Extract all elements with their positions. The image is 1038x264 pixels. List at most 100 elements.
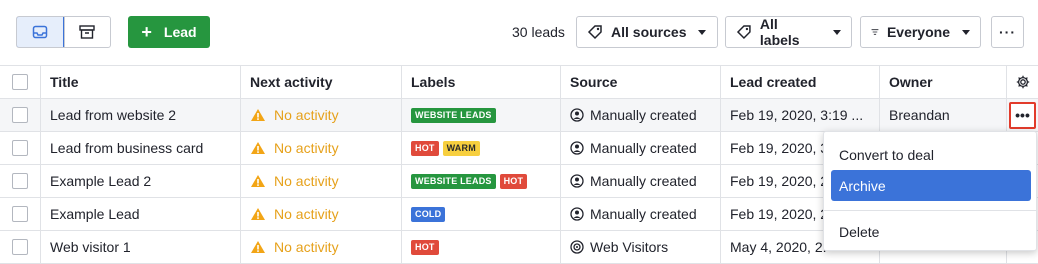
lead-count: 30 leads [512,24,565,40]
table-header-row: Title Next activity Labels Source Lead c… [0,65,1038,99]
next-activity-text: No activity [274,239,339,255]
inbox-icon [32,25,47,39]
convert-to-deal-item[interactable]: Convert to deal [831,139,1031,170]
labels-cell: WEBSITE LEADS [402,99,561,131]
source-cell: Manually created [561,132,721,164]
source-text: Web Visitors [590,239,669,255]
select-all-cell [0,66,41,98]
plus-icon: + [141,22,152,42]
row-select-cell [0,198,41,230]
row-select-cell [0,99,41,131]
tag-icon [587,25,602,40]
next-activity-text: No activity [274,140,339,156]
chevron-down-icon [698,29,707,35]
sources-filter-label: All sources [611,24,687,40]
more-options-button[interactable]: ··· [991,16,1024,48]
label-badge: COLD [411,206,446,222]
delete-item[interactable]: Delete [831,216,1031,247]
source-cell: Web Visitors [561,231,721,263]
menu-divider [824,210,1036,211]
person-circle-icon [570,108,584,122]
warning-icon [251,175,265,187]
chevron-down-icon [962,29,970,35]
select-all-checkbox[interactable] [12,74,28,90]
person-circle-icon [570,174,584,188]
filter-icon [871,29,879,35]
label-badge: HOT [499,173,528,189]
next-activity-cell[interactable]: No activity [241,198,402,230]
row-select-cell [0,132,41,164]
next-activity-cell[interactable]: No activity [241,99,402,131]
source-text: Manually created [590,140,697,156]
person-circle-icon [570,141,584,155]
archive-item[interactable]: Archive [831,170,1031,201]
archive-view-button[interactable] [63,17,111,47]
lead-title[interactable]: Example Lead 2 [41,165,241,197]
sources-filter[interactable]: All sources [576,16,718,48]
label-badge: WEBSITE LEADS [411,107,496,123]
person-circle-icon [570,207,584,221]
source-cell: Manually created [561,198,721,230]
gear-icon [1016,75,1029,89]
label-badge: WEBSITE LEADS [411,173,496,189]
row-actions-menu: Convert to deal Archive Delete [823,131,1037,251]
source-text: Manually created [590,173,697,189]
owner-filter-label: Everyone [886,24,950,40]
header-labels[interactable]: Labels [402,66,561,98]
archive-box-icon [79,25,95,39]
header-source[interactable]: Source [561,66,721,98]
toolbar: + Lead 30 leads All sources All labels E… [0,0,1038,64]
labels-cell: WEBSITE LEADS HOT [402,165,561,197]
table-row[interactable]: Lead from website 2 No activity WEBSITE LE… [0,99,1038,132]
label-badge: WARM [442,140,480,156]
source-text: Manually created [590,107,697,123]
target-icon [570,240,584,254]
row-checkbox[interactable] [12,173,28,189]
lead-title[interactable]: Lead from business card [41,132,241,164]
row-checkbox[interactable] [12,206,28,222]
header-next-activity[interactable]: Next activity [241,66,402,98]
source-cell: Manually created [561,165,721,197]
label-badge: HOT [411,140,439,156]
owner-cell: Breandan [880,99,1007,131]
warning-icon [251,208,265,220]
row-checkbox[interactable] [12,239,28,255]
header-owner[interactable]: Owner [880,66,1007,98]
row-actions-cell: ••• [1007,99,1038,131]
column-settings-button[interactable] [1007,66,1038,98]
row-actions-button[interactable]: ••• [1009,101,1036,129]
labels-filter[interactable]: All labels [725,16,852,48]
add-lead-label: Lead [163,24,197,40]
warning-icon [251,109,265,121]
inbox-view-button[interactable] [17,17,64,47]
lead-title[interactable]: Web visitor 1 [41,231,241,263]
chevron-down-icon [833,29,841,35]
next-activity-text: No activity [274,173,339,189]
lead-title[interactable]: Example Lead [41,198,241,230]
next-activity-text: No activity [274,206,339,222]
warning-icon [251,241,265,253]
lead-created-cell: Feb 19, 2020, 3:19 ... [721,99,880,131]
view-switcher [16,16,111,48]
tag-icon [736,25,751,40]
labels-cell: COLD [402,198,561,230]
header-lead-created[interactable]: Lead created [721,66,880,98]
row-checkbox[interactable] [12,107,28,123]
row-checkbox[interactable] [12,140,28,156]
add-lead-button[interactable]: + Lead [128,16,210,48]
warning-icon [251,142,265,154]
source-cell: Manually created [561,99,721,131]
labels-cell: HOT [402,231,561,263]
labels-filter-label: All labels [759,16,800,48]
source-text: Manually created [590,206,697,222]
lead-title[interactable]: Lead from website 2 [41,99,241,131]
row-select-cell [0,165,41,197]
label-badge: HOT [411,239,439,255]
next-activity-cell[interactable]: No activity [241,165,402,197]
owner-filter[interactable]: Everyone [860,16,981,48]
next-activity-cell[interactable]: No activity [241,231,402,263]
next-activity-text: No activity [274,107,339,123]
header-title[interactable]: Title [41,66,241,98]
next-activity-cell[interactable]: No activity [241,132,402,164]
labels-cell: HOT WARM [402,132,561,164]
